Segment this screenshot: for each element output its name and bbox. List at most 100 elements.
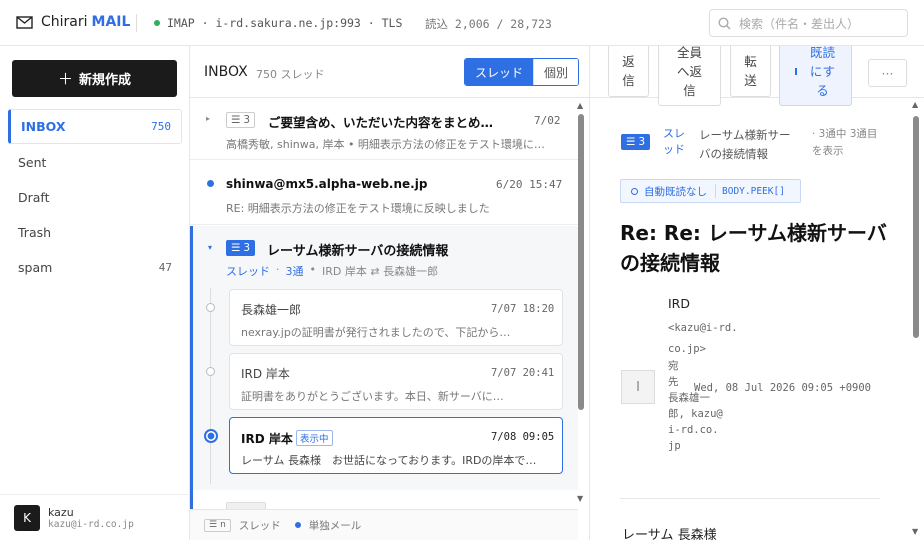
list-lines-icon: ☰ — [231, 114, 241, 126]
folder-label: INBOX — [21, 119, 66, 134]
badge-count: 3 — [243, 242, 251, 254]
online-dot-icon — [154, 20, 160, 26]
unread-dot-icon — [294, 522, 301, 528]
reply-button[interactable]: 返信 — [608, 46, 649, 97]
message-subject: Re: Re: レーサム様新サーバの接続情報 — [620, 221, 887, 275]
view-single-button[interactable]: 個別 — [533, 59, 579, 85]
reply-all-label: 全員へ返信 — [676, 46, 702, 98]
from-name: IRD — [668, 296, 690, 311]
folder-label: Trash — [18, 225, 52, 240]
folder-count: 750 — [151, 120, 171, 133]
timeline-dot — [206, 303, 215, 312]
mark-read-button[interactable]: 既読にする — [779, 46, 852, 106]
sidebar: ＋ 新規作成 INBOX 750 Sent Draft Trash spam 4… — [0, 46, 190, 540]
message-row[interactable]: shinwa@mx5.alpha-web.ne.jp 6/20 15:47 RE… — [190, 160, 578, 225]
card-date: 7/08 09:05 — [491, 431, 555, 443]
forward-button[interactable]: 転送 — [730, 46, 771, 97]
folder-item-spam[interactable]: spam 47 — [8, 250, 182, 285]
thread-subject: レーサム様新サーバの接続情報 — [267, 244, 449, 259]
list-header: INBOX 750 スレッド スレッド 個別 — [190, 46, 589, 98]
thread-count-badge: ☰ 3 — [621, 134, 651, 150]
thread-message-card[interactable]: 長森雄一郎 7/07 18:20 nexray.jpの証明書が発行されましたので… — [229, 289, 563, 346]
thread-legend-badge: ☰ n — [204, 518, 231, 532]
card-snippet: nexray.jpの証明書が発行されましたので、下記から… — [241, 326, 511, 339]
badge-count: 3 — [243, 114, 251, 126]
peek-label: BODY.PEEK[] — [722, 185, 785, 197]
thread-row[interactable] — [190, 490, 578, 510]
thread-snippet: 高橋秀敏, shinwa, 岸本 • 明細表示方法の修正をテスト環境に… — [226, 138, 545, 151]
message-date: 6/20 15:47 — [496, 178, 563, 191]
folder-title: INBOX — [204, 64, 248, 80]
reply-label: 返信 — [622, 54, 635, 88]
message-sender: shinwa@mx5.alpha-web.ne.jp — [226, 177, 428, 191]
compose-button[interactable]: ＋ 新規作成 — [12, 60, 177, 97]
reader-scrollbar[interactable] — [913, 116, 919, 338]
folder-item-sent[interactable]: Sent — [8, 145, 182, 180]
divider — [136, 14, 137, 32]
list-lines-icon: ☰ — [209, 520, 218, 530]
thread-position: · 3通中 3通目を表示 — [812, 128, 878, 157]
message-date: Wed, 08 Jul 2026 09:05 +0900 — [694, 382, 872, 394]
thread-message-card[interactable]: IRD 岸本 7/07 20:41 証明書をありがとうございます。本日、新サーバ… — [229, 353, 563, 410]
unread-dot-icon — [207, 180, 214, 187]
read-marker-icon — [794, 67, 797, 75]
thread-message-card-selected[interactable]: IRD 岸本 表示中 7/08 09:05 レーサム 長森様 お世話になっており… — [229, 417, 563, 474]
message-body: レーサム 長森様 — [622, 528, 717, 540]
ring-icon — [631, 187, 638, 195]
auto-read-status: 自動既読なし BODY.PEEK[] — [620, 179, 801, 203]
folder-count: 47 — [158, 261, 172, 274]
divider — [620, 498, 880, 499]
forward-label: 転送 — [744, 54, 757, 88]
collapse-arrow-icon[interactable]: ▾ — [208, 243, 212, 252]
read-stats: 読込 2,006 / 28,723 — [425, 17, 552, 31]
timeline-line — [210, 288, 211, 484]
compose-label: 新規作成 — [79, 73, 132, 88]
scroll-down-icon[interactable]: ▼ — [577, 494, 583, 503]
auto-read-label: 自動既読なし — [644, 185, 707, 198]
folder-item-trash[interactable]: Trash — [8, 215, 182, 250]
list-scrollbar[interactable] — [578, 114, 584, 410]
folder-item-draft[interactable]: Draft — [8, 180, 182, 215]
from-email: <kazu@i-rd.co.jp> — [668, 322, 738, 355]
timeline-dot — [206, 367, 215, 376]
card-date: 7/07 18:20 — [491, 303, 555, 315]
reply-all-button[interactable]: 全員へ返信 — [658, 46, 721, 106]
expand-arrow-icon[interactable]: ▸ — [206, 114, 210, 123]
thread-count-badge: ☰ 3 — [226, 112, 256, 128]
thread-meta-people: IRD 岸本 ⇄ 長森雄一郎 — [322, 265, 439, 278]
to-value: 長森雄一郎, kazu@i-rd.co.jp — [668, 392, 723, 452]
search-placeholder: 検索（件名・差出人） — [739, 16, 860, 31]
account-name: kazu — [48, 505, 74, 519]
scroll-up-icon[interactable]: ▲ — [912, 100, 918, 109]
search-icon — [718, 16, 731, 30]
message-snippet: RE: 明細表示方法の修正をテスト環境に反映しました — [226, 202, 490, 215]
more-button[interactable]: ··· — [868, 59, 907, 87]
sender-avatar: I — [621, 370, 655, 404]
thread-meta-count: 3通 — [285, 265, 304, 278]
search-input[interactable]: 検索（件名・差出人） — [709, 9, 908, 37]
thread-count-badge: ☰ 3 — [226, 240, 256, 256]
to-label: 宛先 — [668, 360, 679, 388]
thread-link[interactable]: スレッド — [663, 126, 687, 158]
expanded-thread: ▾ ☰ 3 レーサム様新サーバの接続情報 スレッド · 3通 • IRD 岸本 ⇄… — [190, 226, 578, 490]
view-thread-button[interactable]: スレッド — [465, 59, 534, 85]
legend-badge-text: n — [220, 520, 226, 530]
mail-icon — [16, 15, 33, 29]
account-info[interactable]: K kazu kazu@i-rd.co.jp — [0, 494, 190, 540]
card-sender: IRD 岸本 — [241, 367, 290, 381]
thread-date: 7/02 — [534, 114, 561, 127]
thread-meta: スレッド · 3通 • IRD 岸本 ⇄ 長森雄一郎 — [226, 263, 439, 278]
scroll-down-icon[interactable]: ▼ — [912, 527, 918, 536]
folder-item-inbox[interactable]: INBOX 750 — [8, 109, 182, 144]
card-sender: IRD 岸本 — [241, 432, 293, 446]
thread-row[interactable]: ▸ ☰ 3 ご要望含め、いただいた内容をまとめ… 7/02 高橋秀敏, shinw… — [190, 98, 578, 160]
card-snippet: レーサム 長森様 お世話になっております。IRDの岸本で… — [241, 454, 537, 467]
connection-status: IMAP · i-rd.sakura.ne.jp:993 · TLS — [154, 16, 402, 30]
scroll-up-icon[interactable]: ▲ — [577, 101, 583, 110]
brand-suffix: MAIL — [91, 14, 131, 30]
thread-legend-label: スレッド — [238, 519, 281, 532]
brand: Chirari MAIL — [16, 14, 130, 30]
thread-count: 750 スレッド — [256, 68, 325, 81]
timeline-dot-active — [204, 429, 218, 443]
badge-count: 3 — [638, 136, 646, 148]
